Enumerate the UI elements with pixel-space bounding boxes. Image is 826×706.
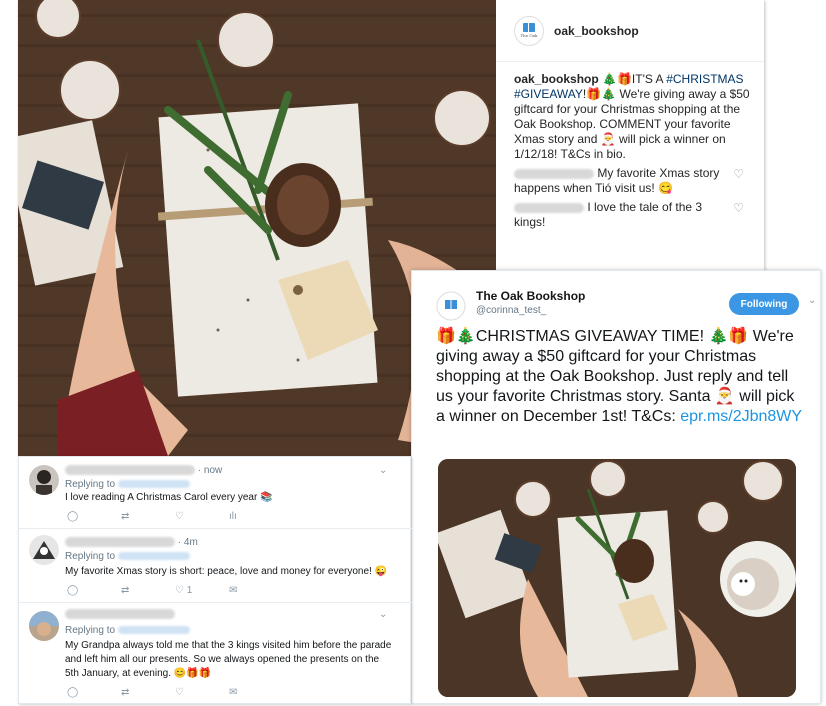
mail-icon[interactable]: ✉ xyxy=(229,585,283,596)
reply-actions: ◯ ⇄ ♡ ✉ xyxy=(67,687,283,698)
reply-meta xyxy=(65,609,175,620)
reply-meta: · now xyxy=(65,465,222,476)
like-icon[interactable]: ♡ xyxy=(175,511,229,522)
tweet-author-handle[interactable]: @corinna_test_ xyxy=(476,305,546,316)
tweet-link[interactable]: epr.ms/2Jbn8WY xyxy=(680,408,802,425)
blurred-mention xyxy=(117,626,190,635)
book-icon xyxy=(523,23,535,32)
tweet-replies: · now Replying to I love reading A Chris… xyxy=(18,456,412,705)
like-icon[interactable]: ♡ 1 xyxy=(175,585,229,596)
retweet-icon[interactable]: ⇄ xyxy=(121,511,175,522)
mail-icon[interactable]: ✉ xyxy=(229,687,283,698)
reply-icon[interactable]: ◯ xyxy=(67,687,121,698)
tweet-text: 🎁🎄CHRISTMAS GIVEAWAY TIME! 🎄🎁 We're givi… xyxy=(436,327,806,427)
hashtag-giveaway[interactable]: #GIVEAWAY xyxy=(514,87,583,101)
chevron-down-icon[interactable]: ⌄ xyxy=(808,295,816,306)
blurred-username xyxy=(65,609,175,620)
reply-time: · 4m xyxy=(177,537,198,548)
retweet-icon[interactable]: ⇄ xyxy=(121,687,175,698)
instagram-comment: My favorite Xmas story happens when Tió … xyxy=(514,166,744,196)
reply-time: · now xyxy=(197,465,223,476)
chevron-down-icon[interactable]: ⌄ xyxy=(379,465,387,476)
tweet-card: The Oak Bookshop @corinna_test_ Followin… xyxy=(411,270,821,704)
collage: The Oak oak_bookshop oak_bookshop 🎄🎁IT'S… xyxy=(0,0,826,706)
caption-text-1: 🎄🎁IT'S A xyxy=(598,72,667,86)
reply-text: My Grandpa always told me that the 3 kin… xyxy=(65,640,392,679)
instagram-caption: oak_bookshop 🎄🎁IT'S A #CHRISTMAS #GIVEAW… xyxy=(514,72,754,162)
reply-meta: · 4m xyxy=(65,537,198,548)
like-icon[interactable]: ♡ xyxy=(175,687,229,698)
reply-row[interactable]: · now Replying to I love reading A Chris… xyxy=(19,457,412,529)
reply-row[interactable]: ⌄ Replying to My Grandpa always told me … xyxy=(19,603,412,705)
caption-username[interactable]: oak_bookshop xyxy=(514,72,599,86)
avatar[interactable] xyxy=(436,291,466,321)
following-button[interactable]: Following xyxy=(729,293,799,315)
instagram-comment: I love the tale of the 3 kings! ♡ xyxy=(514,200,744,230)
reply-icon[interactable]: ◯ xyxy=(67,511,121,522)
analytics-icon[interactable]: ılı xyxy=(229,511,283,522)
chevron-down-icon[interactable]: ⌄ xyxy=(379,609,387,620)
replying-to: Replying to xyxy=(65,479,190,490)
replying-to-label: Replying to xyxy=(65,625,116,636)
tweet-author-name[interactable]: The Oak Bookshop xyxy=(476,289,585,303)
heart-icon[interactable]: ♡ xyxy=(733,167,744,182)
blurred-username xyxy=(514,202,584,213)
tweet-header: The Oak Bookshop @corinna_test_ Followin… xyxy=(436,289,816,323)
instagram-header: The Oak oak_bookshop xyxy=(496,0,764,62)
avatar[interactable] xyxy=(29,611,59,641)
avatar[interactable] xyxy=(29,535,59,565)
reply-actions: ◯ ⇄ ♡ 1 ✉ xyxy=(67,585,283,596)
hashtag-christmas[interactable]: #CHRISTMAS xyxy=(666,72,743,86)
replying-to-label: Replying to xyxy=(65,551,116,562)
tweet-image[interactable] xyxy=(438,459,796,697)
like-count: 1 xyxy=(186,585,193,596)
blurred-username xyxy=(514,168,594,179)
reply-text: I love reading A Christmas Carol every y… xyxy=(65,492,273,503)
blurred-username xyxy=(65,537,175,548)
avatar[interactable] xyxy=(29,465,59,495)
retweet-icon[interactable]: ⇄ xyxy=(121,585,175,596)
avatar[interactable]: The Oak xyxy=(514,15,544,46)
instagram-username[interactable]: oak_bookshop xyxy=(554,24,639,38)
replying-to: Replying to xyxy=(65,551,190,562)
reply-actions: ◯ ⇄ ♡ ılı xyxy=(67,511,283,522)
blurred-mention xyxy=(117,480,190,489)
heart-icon[interactable]: ♡ xyxy=(733,201,744,216)
replying-to-label: Replying to xyxy=(65,479,116,490)
reply-icon[interactable]: ◯ xyxy=(67,585,121,596)
reply-row[interactable]: · 4m Replying to My favorite Xmas story … xyxy=(19,529,412,603)
logo-text: The Oak xyxy=(520,33,538,38)
replying-to: Replying to xyxy=(65,625,190,636)
reply-text: My favorite Xmas story is short: peace, … xyxy=(65,566,388,577)
blurred-username xyxy=(65,465,195,476)
blurred-mention xyxy=(117,552,190,561)
